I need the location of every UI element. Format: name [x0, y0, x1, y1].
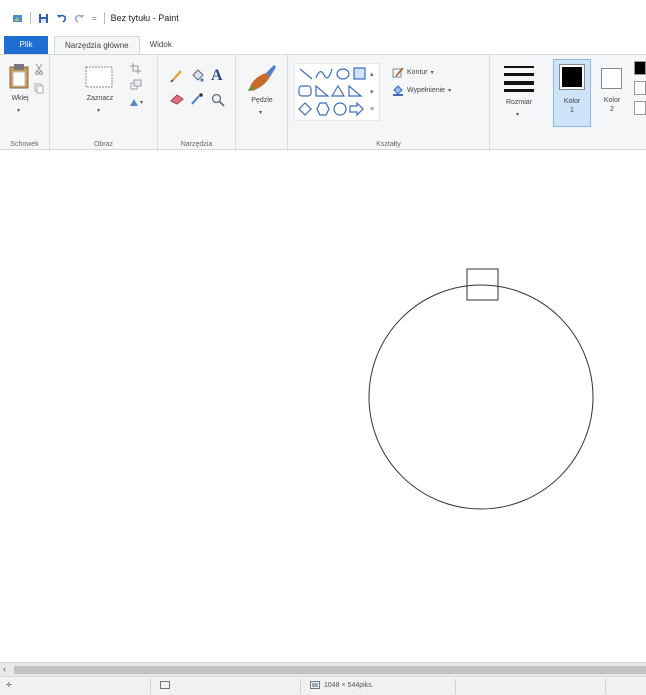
color-1-label: Kolor	[563, 98, 581, 105]
select-icon[interactable]	[85, 66, 113, 88]
size-group: Rozmiar ▾	[490, 55, 548, 151]
brushes-dropdown-icon[interactable]: ▾	[259, 109, 262, 116]
shapes-group: ▴ ▾ ≡ Kontur ▾ Wypełnienie ▾ Kształty	[288, 55, 490, 151]
crop-icon[interactable]	[130, 63, 141, 74]
tab-file[interactable]: Plik	[4, 36, 48, 54]
paste-dropdown-icon[interactable]: ▾	[17, 107, 20, 114]
color-picker-icon[interactable]	[190, 93, 204, 105]
tab-view[interactable]: Widok	[140, 36, 182, 54]
drawing-canvas[interactable]	[0, 151, 646, 662]
select-button-label[interactable]: Zaznacz	[78, 95, 122, 102]
outline-icon	[392, 67, 404, 78]
scrollbar-thumb[interactable]	[14, 666, 646, 674]
color-2-swatch	[601, 68, 622, 89]
text-tool-icon[interactable]: A	[211, 67, 223, 85]
paint-window: = Bez tytułu - Paint Plik Narzędzia głów…	[0, 0, 646, 695]
redo-icon[interactable]	[74, 13, 85, 24]
size-icon[interactable]	[504, 64, 534, 92]
save-icon[interactable]	[38, 13, 49, 24]
image-group-label: Obraz	[93, 141, 114, 148]
svg-text:≡: ≡	[370, 106, 374, 113]
color-1-button[interactable]: Kolor 1	[553, 59, 591, 127]
size-dropdown-icon[interactable]: ▾	[516, 111, 519, 118]
color-1-swatch	[562, 67, 582, 87]
ribbon-tabs: Plik Narzędzia główne Widok	[0, 36, 646, 54]
status-bar: ✛ 1048 × 544piks.	[0, 676, 646, 695]
quick-access-toolbar: =	[12, 12, 105, 24]
qat-divider	[103, 12, 105, 24]
paste-button-label[interactable]: Wklej	[6, 95, 34, 102]
drawn-square	[466, 268, 499, 301]
tools-group: A Narzędzia	[158, 55, 236, 151]
clipboard-group: Wklej ▾ Schowek	[0, 55, 50, 151]
scroll-left-icon[interactable]: ‹	[3, 664, 6, 674]
ribbon: Wklej ▾ Schowek Zaznacz ▾ Obraz A Narzęd…	[0, 54, 646, 151]
cut-icon[interactable]	[34, 63, 44, 75]
shapes-gallery[interactable]: ▴ ▾ ≡	[294, 63, 380, 121]
status-divider	[455, 679, 456, 694]
image-dimensions: 1048 × 544piks.	[324, 682, 374, 689]
brushes-group: Pędzle ▾	[236, 55, 288, 151]
paint-app-icon	[13, 14, 22, 22]
resize-icon[interactable]	[130, 79, 142, 90]
outline-label: Kontur	[407, 69, 428, 76]
horizontal-scrollbar[interactable]: ‹	[0, 662, 646, 676]
outline-dropdown-icon: ▾	[430, 70, 434, 76]
selection-size-icon	[160, 681, 170, 690]
color-2-button[interactable]: Kolor 2	[596, 59, 628, 127]
fill-button[interactable]: Wypełnienie ▾	[392, 85, 451, 96]
select-dropdown-icon[interactable]: ▾	[97, 107, 100, 114]
palette-swatch-white[interactable]	[634, 81, 646, 95]
copy-icon[interactable]	[34, 83, 44, 94]
palette-swatch-white[interactable]	[634, 101, 646, 115]
status-divider	[605, 679, 606, 694]
image-group: Zaznacz ▾ Obraz	[50, 55, 158, 151]
color-2-label: Kolor	[603, 97, 621, 104]
brushes-icon[interactable]	[244, 63, 278, 93]
color-1-number: 1	[570, 107, 574, 114]
color-1-swatch-frame	[559, 64, 585, 90]
tools-group-label: Narzędzia	[180, 141, 213, 148]
title-bar: = Bez tytułu - Paint	[0, 0, 646, 36]
status-divider	[150, 679, 151, 694]
image-size: 1048 × 544piks.	[310, 681, 374, 690]
tab-home[interactable]: Narzędzia główne	[54, 36, 140, 54]
cursor-position-icon: ✛	[6, 682, 12, 689]
customize-qat-icon[interactable]: =	[92, 14, 97, 23]
undo-icon[interactable]	[56, 13, 67, 24]
window-title: Bez tytułu - Paint	[110, 13, 179, 23]
drawn-circle	[368, 284, 594, 510]
clipboard-group-label: Schowek	[10, 141, 39, 148]
size-button-label[interactable]: Rozmiar	[492, 99, 546, 106]
outline-button[interactable]: Kontur ▾	[392, 67, 434, 78]
fill-bucket-icon[interactable]	[190, 69, 204, 83]
qat-divider	[30, 12, 31, 24]
fill-dropdown-icon: ▾	[448, 88, 452, 94]
svg-text:▴: ▴	[370, 71, 374, 78]
svg-text:▾: ▾	[370, 89, 374, 96]
palette-swatch-black[interactable]	[634, 61, 646, 75]
fill-icon	[393, 85, 403, 96]
color-palette	[634, 59, 646, 125]
image-size-icon	[310, 681, 320, 689]
status-divider	[300, 679, 301, 694]
magnifier-icon[interactable]	[211, 93, 225, 107]
pencil-icon[interactable]	[170, 69, 184, 83]
rotate-icon[interactable]	[128, 97, 144, 107]
eraser-icon[interactable]	[170, 93, 184, 105]
brushes-button-label[interactable]: Pędzle	[240, 97, 284, 104]
paste-icon[interactable]	[8, 63, 30, 89]
color-2-number: 2	[610, 106, 614, 113]
canvas-area[interactable]	[0, 151, 646, 662]
shapes-group-label: Kształty	[376, 141, 401, 148]
fill-label: Wypełnienie	[407, 87, 446, 94]
